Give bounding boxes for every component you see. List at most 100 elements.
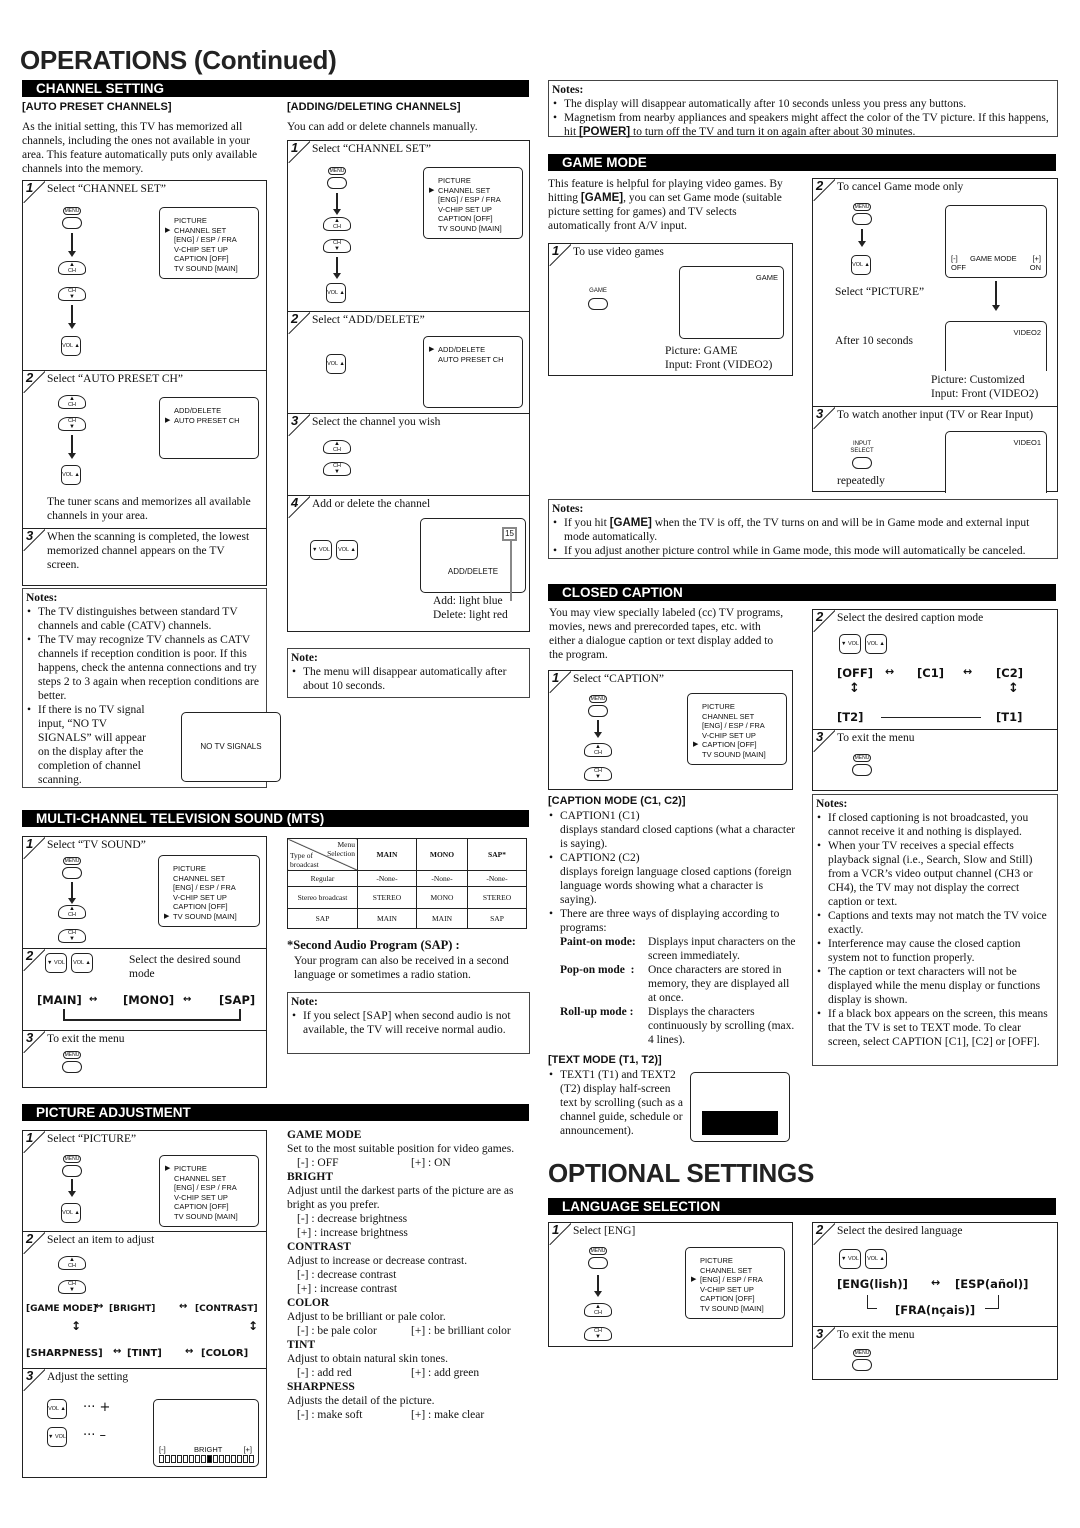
menu-button[interactable] [327, 177, 347, 189]
ch-up-button[interactable]: ▲ CH [58, 261, 86, 275]
ch-up-button[interactable]: ▲ CH [323, 217, 351, 231]
menu-button[interactable] [62, 217, 82, 229]
level-segment [237, 1455, 242, 1463]
adding-deleting-intro: You can add or delete channels manually. [287, 121, 478, 133]
ch-down-button[interactable]: CH ▼ [323, 462, 351, 476]
minus-effect: [-] : add red [297, 1367, 352, 1379]
ch-down-button[interactable]: CH ▼ [584, 1327, 612, 1341]
table-row: Regular -None- -None- -None- [287, 870, 527, 887]
ch-up-button[interactable]: ▲ CH [58, 395, 86, 409]
menu-button[interactable] [852, 213, 872, 225]
menu-button[interactable] [62, 1061, 82, 1073]
menu-button[interactable] [852, 1359, 872, 1371]
vol-up-button[interactable]: VOL ▲ [851, 255, 871, 275]
caption-intro: You may view specially labeled (cc) TV p… [549, 607, 784, 661]
ch-down-button[interactable]: CH ▼ [323, 239, 351, 253]
ch-down-button[interactable]: CH ▼ [58, 287, 86, 301]
caption-mode-item: • CAPTION1 (C1) displays standard closed c… [549, 810, 796, 850]
vol-down-button[interactable]: ▼ VOL [839, 634, 861, 654]
step-text: To use video games [573, 246, 664, 258]
plus-effect: [+] : make clear [411, 1409, 485, 1421]
ch-up-button[interactable]: ▲ CH [323, 440, 351, 454]
ch-up-button[interactable]: ▲ CH [584, 743, 612, 757]
menu-button[interactable] [62, 867, 82, 879]
vol-down-button[interactable]: ▼ VOL [45, 953, 67, 973]
osd-video2: VIDEO2 [945, 321, 1047, 371]
black-text-box [702, 1111, 778, 1135]
ch-down-button[interactable]: CH ▼ [584, 767, 612, 781]
osd-label: BRIGHT [194, 1445, 223, 1454]
ch-down-button[interactable]: CH ▼ [58, 1280, 86, 1294]
vol-up-button[interactable]: VOL ▲ [47, 1399, 67, 1419]
return-arrow-line [985, 1295, 999, 1309]
input-label: Input: Front (VIDEO2) [665, 359, 773, 371]
caption-steps-2-3: 2 Select the desired caption mode ▼ VOL … [812, 609, 1058, 791]
vol-down-button[interactable]: ▼ VOL [310, 540, 332, 560]
vol-down-button[interactable]: ▼ VOL [47, 1427, 67, 1447]
adding-note: Note: The menu will disappear automatica… [287, 648, 530, 698]
ch-up-button[interactable]: ▲ CH [584, 1303, 612, 1317]
step-text: To exit the menu [837, 1329, 915, 1341]
auto-step-3: 3 When the scanning is completed, the lo… [23, 529, 266, 587]
vertical-arrow-icon: ↕ [849, 681, 860, 696]
step-text: To exit the menu [47, 1033, 125, 1045]
section-bar-game-mode: GAME MODE [548, 154, 1056, 171]
caption-c1: [C1] [917, 666, 944, 680]
step-number: 2 [291, 311, 299, 326]
game-button-label: GAME [589, 288, 607, 294]
step-text: Select the desired language [837, 1225, 963, 1237]
minus-label: ··· – [83, 1428, 107, 1443]
caption-step-1: 1 Select “CAPTION” MENU ▲ CH CH ▼ PICTURE … [548, 670, 793, 790]
vol-up-button[interactable]: VOL ▲ [61, 336, 81, 356]
caption-step-3: 3 To exit the menu MENU [813, 730, 1057, 792]
table-corner-cell: Menu Selection Type of broadcast [287, 838, 358, 871]
game-mode-intro: This feature is helpful for playing vide… [548, 178, 783, 232]
section-bar-channel-setting: CHANNEL SETTING [22, 80, 529, 97]
game-button[interactable] [588, 298, 608, 310]
vol-up-button[interactable]: VOL ▲ [71, 953, 93, 973]
note-item: The menu will disappear automatically af… [291, 665, 526, 693]
scan-text: The tuner scans and memorizes all availa… [47, 496, 251, 522]
menu-button[interactable] [852, 764, 872, 776]
vol-up-button[interactable]: VOL ▲ [61, 1203, 81, 1223]
vol-up-button[interactable]: VOL ▲ [865, 634, 887, 654]
vol-up-button[interactable]: VOL ▲ [326, 354, 346, 374]
level-bar [159, 1455, 254, 1463]
ch-down-button[interactable]: CH ▼ [58, 929, 86, 943]
note-title: Note: [291, 996, 318, 1008]
note-item: The TV may recognize TV channels as CATV… [26, 633, 263, 703]
display-mode-desc: Displays the characters continuously by … [648, 1006, 795, 1046]
level-segment [159, 1455, 164, 1463]
vol-up-button[interactable]: VOL ▲ [336, 540, 358, 560]
vol-up-button[interactable]: VOL ▲ [61, 465, 81, 485]
vol-up-button[interactable]: VOL ▲ [326, 283, 346, 303]
adding-deleting-heading: [ADDING/DELETING CHANNELS] [287, 101, 461, 113]
arrow-down-icon [594, 720, 602, 738]
step-number: 3 [26, 1030, 34, 1045]
mts-table: Menu Selection Type of broadcast MAIN MO… [287, 838, 527, 929]
ch-up-button[interactable]: ▲ CH [58, 905, 86, 919]
add-color-label: Add: light blue [433, 595, 503, 607]
menu-button-label: MENU [328, 167, 346, 175]
vol-up-button[interactable]: VOL ▲ [865, 1249, 887, 1269]
caption-step-2: 2 Select the desired caption mode ▼ VOL … [813, 610, 1057, 730]
step-number: 2 [816, 609, 824, 624]
menu-button[interactable] [588, 1257, 608, 1269]
osd-plus: [+] [243, 1445, 252, 1454]
input-select-button[interactable] [852, 457, 872, 469]
step-text: Select the desired sound mode [129, 954, 241, 980]
table-row: SAP MAIN MAIN SAP [287, 908, 527, 929]
picture-item-name: CONTRAST [287, 1241, 351, 1253]
step-number: 2 [26, 1231, 34, 1246]
ch-up-button[interactable]: ▲ CH [58, 1256, 86, 1270]
vol-down-button[interactable]: ▼ VOL [839, 1249, 861, 1269]
menu-button[interactable] [62, 1165, 82, 1177]
ch-down-button[interactable]: CH ▼ [58, 417, 86, 431]
step-text: To watch another input (TV or Rear Input… [837, 409, 1034, 421]
osd-label: GAME [755, 273, 778, 282]
display-mode-name: Roll-up mode : [560, 1006, 634, 1018]
horizontal-arrow-line [881, 717, 981, 718]
osd-main-menu: PICTURE CHANNEL SET [ENG] / ESP / FRA V-… [158, 855, 260, 927]
menu-button-label: MENU [589, 1247, 607, 1255]
menu-button[interactable] [588, 705, 608, 717]
